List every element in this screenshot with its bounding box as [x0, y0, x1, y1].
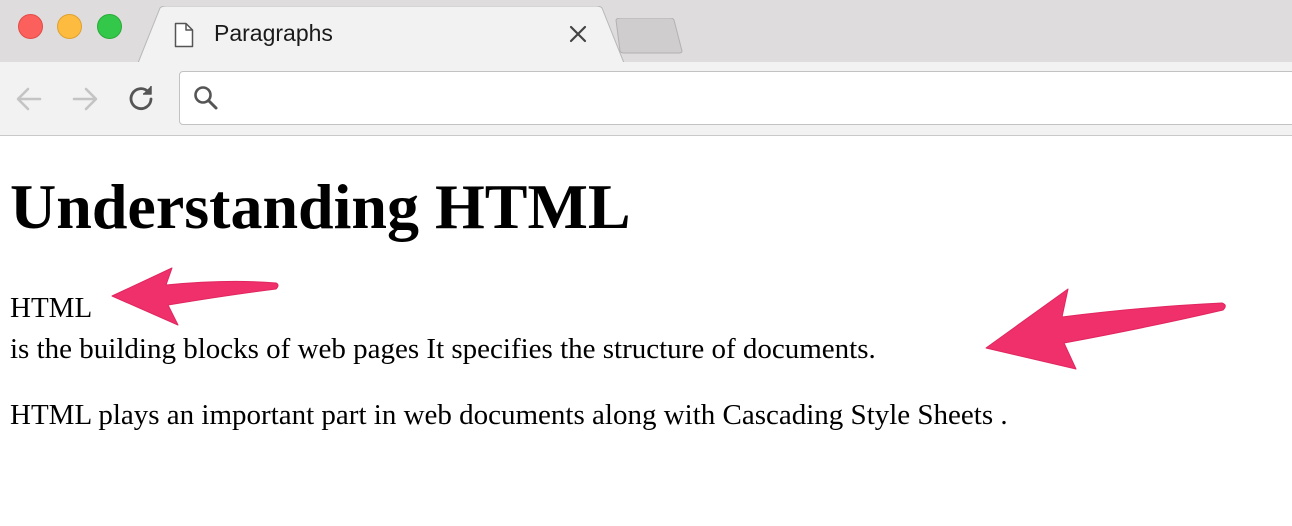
- forward-arrow-icon[interactable]: [68, 82, 102, 116]
- address-bar[interactable]: [179, 71, 1292, 125]
- search-icon: [194, 86, 218, 110]
- reload-icon[interactable]: [124, 82, 158, 116]
- page-heading: Understanding HTML: [10, 171, 631, 242]
- paragraph-2: HTML plays an important part in web docu…: [10, 399, 1008, 431]
- address-input[interactable]: [232, 82, 1292, 114]
- tab-title: Paragraphs: [214, 20, 333, 46]
- tab-paragraphs[interactable]: Paragraphs: [138, 6, 624, 63]
- window-zoom-button[interactable]: [97, 14, 122, 39]
- browser-toolbar: [0, 62, 1292, 136]
- paragraph-term: HTML: [10, 292, 93, 324]
- document-icon: [174, 22, 194, 48]
- annotation-arrow-2: [985, 288, 1226, 370]
- window-close-button[interactable]: [18, 14, 43, 39]
- paragraph-1-text: is the building blocks of web pages It s…: [10, 333, 876, 365]
- back-arrow-icon[interactable]: [12, 82, 46, 116]
- annotation-arrow-1: [111, 267, 279, 326]
- tab-shape: [138, 6, 624, 63]
- tab-close-icon[interactable]: [566, 22, 590, 46]
- tab-strip: Paragraphs: [0, 0, 1292, 63]
- page-content: Understanding HTML HTML is the building …: [0, 137, 1292, 526]
- window-minimize-button[interactable]: [57, 14, 82, 39]
- new-tab-button[interactable]: [612, 18, 684, 54]
